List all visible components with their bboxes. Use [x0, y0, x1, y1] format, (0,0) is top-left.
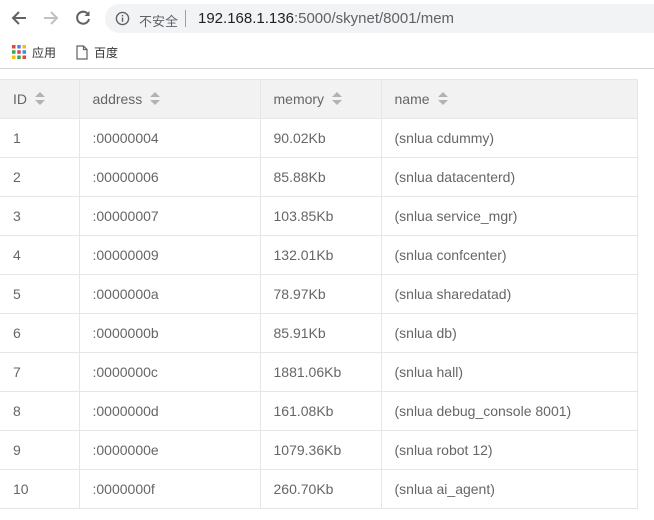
cell-name: (snlua service_mgr) — [380, 196, 638, 236]
reload-button[interactable] — [71, 6, 95, 30]
table-row: 9:0000000e 1079.36Kb (snlua robot 12) — [0, 430, 638, 470]
cell-address: :00000009 — [78, 235, 261, 275]
column-header-id[interactable]: ID — [0, 79, 80, 119]
url-text[interactable]: 192.168.1.136:5000/skynet/8001/mem — [198, 10, 454, 27]
table-row: 3:00000007 103.85Kb (snlua service_mgr) — [0, 196, 638, 236]
cell-id: 3 — [0, 196, 80, 236]
sort-icon[interactable] — [437, 92, 448, 106]
memory-table-container: ID address memory name 1:00000004 90.02Kb… — [0, 79, 638, 509]
table-row: 6:0000000b 85.91Kb (snlua db) — [0, 313, 638, 353]
table-row: 5:0000000a 78.97Kb (snlua sharedatad) — [0, 274, 638, 314]
column-header-label: ID — [13, 90, 27, 107]
cell-address: :0000000a — [78, 274, 261, 314]
cell-memory: 85.88Kb — [259, 157, 382, 197]
table-row: 7:0000000c 1881.06Kb (snlua hall) — [0, 352, 638, 392]
cell-name: (snlua db) — [380, 313, 638, 353]
cell-name: (snlua hall) — [380, 352, 638, 392]
cell-id: 2 — [0, 157, 80, 197]
reload-icon — [76, 10, 90, 25]
address-bar[interactable]: 不安全 192.168.1.136:5000/skynet/8001/mem — [105, 4, 654, 33]
cell-id: 1 — [0, 118, 80, 158]
cell-address: :0000000e — [78, 430, 261, 470]
cell-memory: 161.08Kb — [259, 391, 382, 431]
cell-address: :0000000b — [78, 313, 261, 353]
cell-memory: 78.97Kb — [259, 274, 382, 314]
table-row: 2:00000006 85.88Kb (snlua datacenterd) — [0, 157, 638, 197]
cell-id: 5 — [0, 274, 80, 314]
cell-name: (snlua ai_agent) — [380, 469, 638, 509]
cell-address: :00000006 — [78, 157, 261, 197]
cell-id: 7 — [0, 352, 80, 392]
cell-address: :0000000c — [78, 352, 261, 392]
cell-name: (snlua debug_console 8001) — [380, 391, 638, 431]
column-header-label: memory — [273, 90, 325, 107]
omnibox-separator — [185, 10, 186, 27]
column-header-address[interactable]: address — [78, 79, 261, 119]
column-header-label: name — [394, 90, 430, 107]
cell-address: :0000000f — [78, 469, 261, 509]
url-host: 192.168.1.136 — [198, 10, 294, 27]
table-row: 8:0000000d 161.08Kb (snlua debug_console 8… — [0, 391, 638, 431]
cell-name: (snlua cdummy) — [380, 118, 638, 158]
cell-memory: 90.02Kb — [259, 118, 382, 158]
cell-memory: 260.70Kb — [259, 469, 382, 509]
cell-id: 8 — [0, 391, 80, 431]
bookmark-baidu[interactable]: 百度 — [76, 43, 118, 61]
cell-id: 9 — [0, 430, 80, 470]
security-label[interactable]: 不安全 — [139, 11, 178, 30]
cell-name: (snlua confcenter) — [380, 235, 638, 275]
arrow-left-icon — [11, 11, 26, 25]
memory-table: ID address memory name 1:00000004 90.02Kb… — [0, 79, 638, 509]
toolbar-divider — [0, 68, 654, 69]
cell-address: :00000007 — [78, 196, 261, 236]
cell-name: (snlua datacenterd) — [380, 157, 638, 197]
cell-id: 4 — [0, 235, 80, 275]
table-row: 10:0000000f 260.70Kb (snlua ai_agent) — [0, 469, 638, 509]
cell-memory: 85.91Kb — [259, 313, 382, 353]
table-header-row: ID address memory name — [0, 79, 638, 119]
column-header-label: address — [92, 90, 143, 107]
info-icon[interactable] — [115, 11, 130, 26]
cell-memory: 132.01Kb — [259, 235, 382, 275]
bookmarks-bar: 应用 百度 — [0, 37, 654, 67]
cell-address: :0000000d — [78, 391, 261, 431]
apps-grid-icon — [12, 45, 26, 59]
cell-id: 10 — [0, 469, 80, 509]
url-path: :5000/skynet/8001/mem — [293, 10, 455, 27]
cell-id: 6 — [0, 313, 80, 353]
cell-memory: 103.85Kb — [259, 196, 382, 236]
cell-name: (snlua sharedatad) — [380, 274, 638, 314]
sort-icon[interactable] — [150, 92, 161, 106]
column-header-name[interactable]: name — [380, 79, 638, 119]
sort-icon[interactable] — [35, 92, 45, 106]
bookmark-label: 百度 — [94, 45, 119, 60]
column-header-memory[interactable]: memory — [259, 79, 382, 119]
cell-memory: 1881.06Kb — [259, 352, 382, 392]
forward-button[interactable] — [39, 6, 63, 30]
browser-toolbar: 不安全 192.168.1.136:5000/skynet/8001/mem — [0, 0, 654, 37]
table-row: 4:00000009 132.01Kb (snlua confcenter) — [0, 235, 638, 275]
arrow-right-icon — [44, 11, 59, 25]
cell-memory: 1079.36Kb — [259, 430, 382, 470]
cell-address: :00000004 — [78, 118, 261, 158]
bookmark-label: 应用 — [32, 45, 57, 60]
page-icon — [76, 44, 88, 60]
bookmark-apps[interactable]: 应用 — [12, 43, 56, 61]
table-body: 1:00000004 90.02Kb (snlua cdummy) 2:0000000… — [0, 118, 638, 509]
sort-icon[interactable] — [332, 92, 343, 106]
cell-name: (snlua robot 12) — [380, 430, 638, 470]
back-button[interactable] — [7, 6, 31, 30]
table-row: 1:00000004 90.02Kb (snlua cdummy) — [0, 118, 638, 158]
